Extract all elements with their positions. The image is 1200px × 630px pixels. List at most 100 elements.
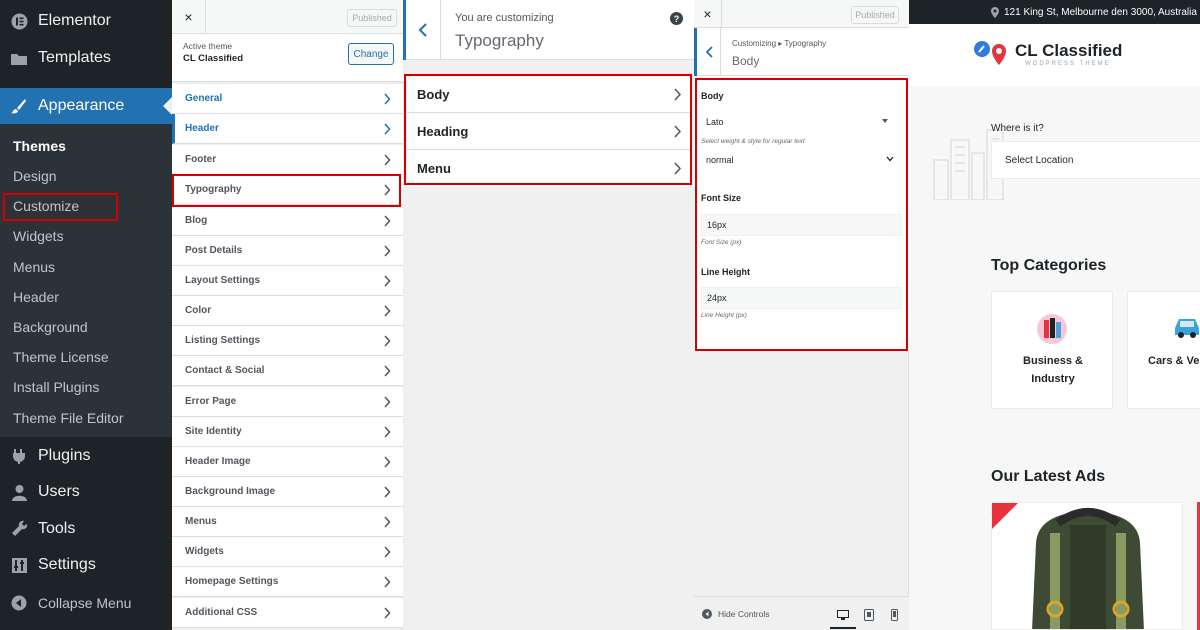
section-item[interactable]: Background Image <box>172 477 403 507</box>
ad-card[interactable] <box>991 502 1183 630</box>
close-customizer-button[interactable]: × <box>172 0 206 34</box>
section-item[interactable]: Post Details <box>172 236 403 266</box>
section-item[interactable]: Contact & Social <box>172 356 403 386</box>
settings-icon <box>0 557 38 574</box>
submenu-item-design[interactable]: Design <box>13 168 57 184</box>
sidebar-label: Appearance <box>38 97 125 114</box>
customizer-main-panel: × Published Active theme CL Classified C… <box>172 0 403 630</box>
sidebar-item-appearance[interactable]: Appearance <box>0 88 172 124</box>
section-label: Footer <box>185 154 217 165</box>
panel-title: Typography <box>455 31 544 50</box>
appearance-submenu: Themes Design Customize Widgets Menus He… <box>0 124 172 437</box>
section-item[interactable]: Layout Settings <box>172 266 403 296</box>
category-card-business[interactable]: Business & Industry <box>991 291 1113 409</box>
paintbrush-icon <box>0 97 38 115</box>
section-label: Homepage Settings <box>185 576 279 587</box>
chevron-right-icon <box>384 123 391 135</box>
close-customizer-button[interactable]: × <box>694 0 722 28</box>
close-icon: × <box>703 6 712 22</box>
submenu-item-theme-license[interactable]: Theme License <box>13 349 109 365</box>
section-label: Error Page <box>185 396 237 407</box>
help-icon[interactable]: ? <box>670 12 683 25</box>
admin-sidebar: Elementor Templates Appearance Themes De… <box>0 0 172 630</box>
typography-highlight <box>172 174 401 207</box>
sidebar-item-users[interactable]: Users <box>0 474 172 510</box>
submenu-item-themes[interactable]: Themes <box>13 138 66 154</box>
sidebar-label: Users <box>38 483 80 500</box>
desktop-preview-button[interactable] <box>830 601 856 629</box>
section-item[interactable]: Color <box>172 296 403 326</box>
change-theme-button[interactable]: Change <box>348 43 394 65</box>
hide-controls-button[interactable]: Hide Controls <box>702 609 770 619</box>
submenu-item-background[interactable]: Background <box>13 319 88 335</box>
submenu-item-install-plugins[interactable]: Install Plugins <box>13 379 99 395</box>
published-button[interactable]: Published <box>347 9 397 27</box>
sidebar-label: Tools <box>38 520 76 537</box>
section-item[interactable]: General <box>172 84 403 114</box>
sidebar-item-elementor[interactable]: Elementor <box>0 3 172 39</box>
chevron-right-icon <box>384 93 391 105</box>
logo-subtitle: WODPRESS THEME <box>1025 61 1111 67</box>
sidebar-label: Templates <box>38 49 111 66</box>
submenu-item-widgets[interactable]: Widgets <box>13 228 64 244</box>
collapse-menu-button[interactable]: Collapse Menu <box>0 585 172 621</box>
wrench-icon <box>0 520 38 538</box>
sidebar-label: Settings <box>38 556 96 573</box>
site-header: CL Classified WODPRESS THEME <box>909 24 1200 86</box>
sidebar-label: Plugins <box>38 447 91 464</box>
submenu-item-menus[interactable]: Menus <box>13 259 55 275</box>
chevron-right-icon <box>384 576 391 588</box>
submenu-item-theme-file-editor[interactable]: Theme File Editor <box>13 410 123 426</box>
section-label: Contact & Social <box>185 365 265 376</box>
submenu-item-header[interactable]: Header <box>13 289 59 305</box>
category-name-line2: Industry <box>1031 373 1075 385</box>
section-item[interactable]: Widgets <box>172 537 403 567</box>
tablet-icon[interactable] <box>864 609 874 621</box>
category-card-cars[interactable]: Cars & Ve <box>1127 291 1200 409</box>
chevron-right-icon <box>384 215 391 227</box>
published-button[interactable]: Published <box>851 6 899 24</box>
section-item[interactable]: Menus <box>172 507 403 537</box>
category-name-line1: Cars & Ve <box>1148 355 1200 367</box>
panel-title: Body <box>732 54 760 68</box>
section-item[interactable]: Homepage Settings <box>172 567 403 597</box>
section-label: Additional CSS <box>185 607 258 618</box>
section-item[interactable]: Error Page <box>172 387 403 417</box>
section-item[interactable]: Site Identity <box>172 417 403 447</box>
user-icon <box>0 484 38 501</box>
latest-ads-heading: Our Latest Ads <box>991 468 1106 485</box>
typography-items-highlight <box>404 74 692 185</box>
chevron-right-icon <box>384 426 391 438</box>
close-icon: × <box>184 9 193 25</box>
chevron-right-icon <box>384 335 391 347</box>
backpack-image <box>992 503 1182 629</box>
chevron-right-icon <box>384 546 391 558</box>
section-item[interactable]: Listing Settings <box>172 326 403 356</box>
section-item[interactable]: Header <box>172 114 403 144</box>
hide-controls-label: Hide Controls <box>718 609 770 619</box>
sidebar-item-tools[interactable]: Tools <box>0 511 172 547</box>
logo-title: CL Classified <box>1015 41 1123 60</box>
sidebar-item-plugins[interactable]: Plugins <box>0 438 172 474</box>
category-name-line1: Business & <box>1023 355 1083 367</box>
elementor-icon <box>0 13 38 30</box>
chevron-left-icon <box>705 46 713 58</box>
section-item[interactable]: Blog <box>172 206 403 236</box>
section-item[interactable]: Additional CSS <box>172 598 403 628</box>
location-select[interactable]: Select Location <box>991 141 1200 179</box>
section-label: Layout Settings <box>185 275 261 286</box>
section-item[interactable]: Header Image <box>172 447 403 477</box>
section-item[interactable]: Footer <box>172 145 403 175</box>
chevron-right-icon <box>384 154 391 166</box>
chevron-right-icon <box>384 516 391 528</box>
collapse-label: Collapse Menu <box>38 595 132 611</box>
ribbon-badge <box>992 503 1018 529</box>
body-panel-header: Customizing ▸ Typography Body <box>694 28 909 76</box>
top-categories-heading: Top Categories <box>991 257 1107 274</box>
back-button[interactable] <box>403 0 441 60</box>
sidebar-item-settings[interactable]: Settings <box>0 547 172 583</box>
active-theme-label: Active theme <box>183 41 233 51</box>
sidebar-item-templates[interactable]: Templates <box>0 40 172 76</box>
back-button[interactable] <box>694 28 721 76</box>
mobile-icon[interactable] <box>891 609 898 621</box>
